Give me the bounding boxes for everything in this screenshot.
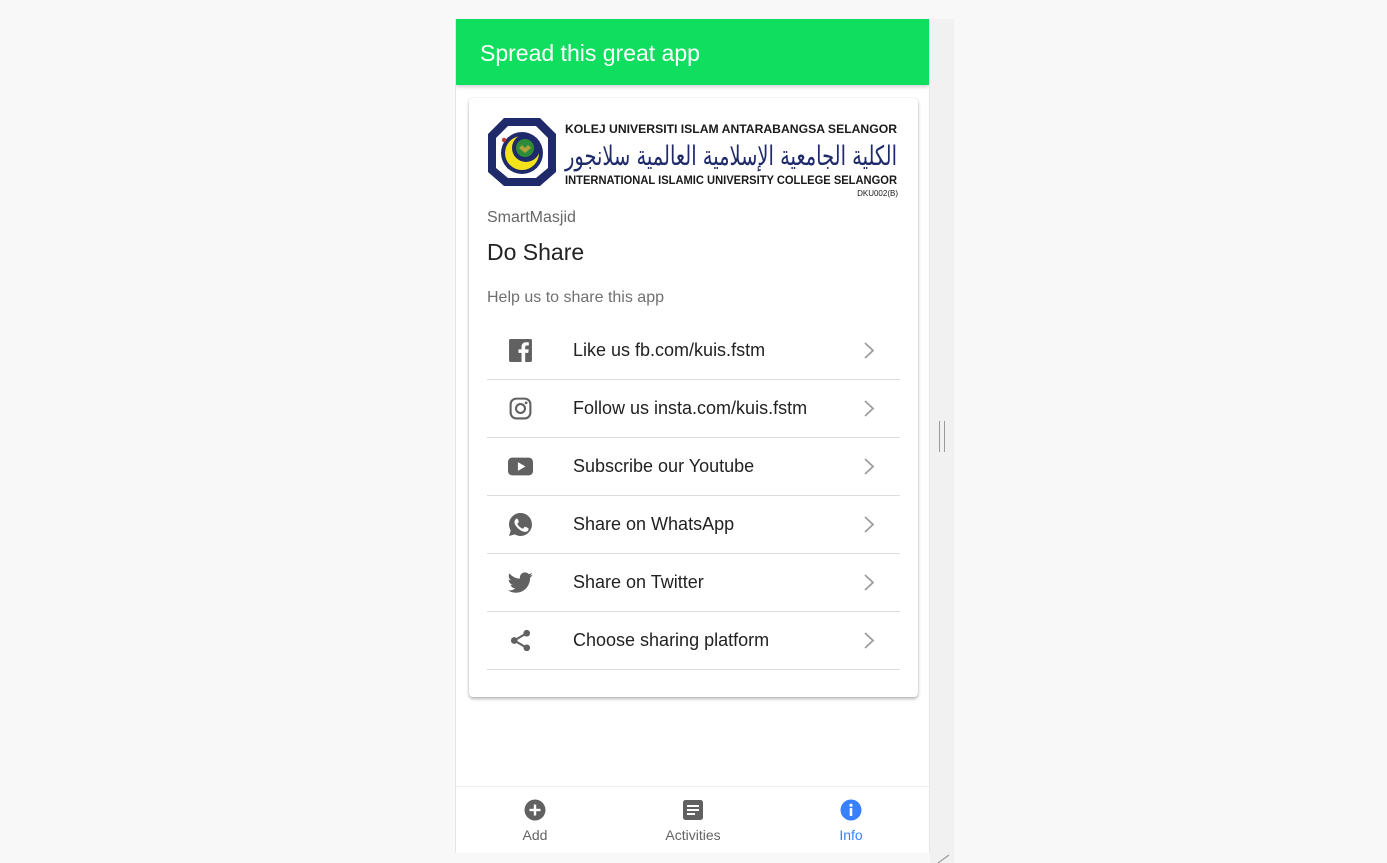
twitter-icon [508, 570, 533, 595]
share-item-facebook[interactable]: Like us fb.com/kuis.fstm [487, 322, 900, 380]
resize-corner-icon[interactable] [936, 852, 950, 863]
tab-info[interactable]: Info [786, 787, 916, 853]
instagram-icon [508, 396, 533, 421]
resize-handle[interactable] [939, 421, 945, 452]
tab-add[interactable]: Add [470, 787, 600, 853]
share-item-platform[interactable]: Choose sharing platform [487, 612, 900, 670]
logo-line-3: INTERNATIONAL ISLAMIC UNIVERSITY COLLEGE… [565, 175, 898, 187]
share-item-youtube[interactable]: Subscribe our Youtube [487, 438, 900, 496]
youtube-icon [508, 454, 533, 479]
tab-label: Info [839, 827, 863, 843]
card-subtitle: SmartMasjid [487, 209, 576, 226]
add-circle-icon [524, 799, 546, 821]
share-item-label: Share on WhatsApp [573, 514, 735, 534]
share-item-label: Choose sharing platform [573, 630, 770, 650]
chevron-right-icon [864, 458, 875, 475]
share-item-label: Subscribe our Youtube [573, 456, 755, 476]
card-caption: Help us to share this app [487, 289, 664, 306]
share-item-whatsapp[interactable]: Share on WhatsApp [487, 496, 900, 554]
whatsapp-icon [508, 512, 533, 537]
share-item-label: Share on Twitter [573, 572, 704, 592]
chevron-right-icon [864, 632, 875, 649]
chevron-right-icon [864, 516, 875, 533]
share-list: Like us fb.com/kuis.fstm Follow us insta… [487, 322, 900, 670]
tab-activities[interactable]: Activities [628, 787, 758, 853]
share-card: KOLEJ UNIVERSITI ISLAM ANTARABANGSA SELA… [469, 98, 918, 697]
chevron-right-icon [864, 400, 875, 417]
logo-code: DKU002(B) [857, 189, 898, 198]
info-icon [840, 799, 862, 821]
logo-line-1: KOLEJ UNIVERSITI ISLAM ANTARABANGSA SELA… [565, 124, 898, 136]
card-title: Do Share [487, 239, 585, 265]
document-icon [682, 799, 704, 821]
share-item-label: Like us fb.com/kuis.fstm [573, 340, 766, 360]
kuis-logo: KOLEJ UNIVERSITI ISLAM ANTARABANGSA SELA… [488, 118, 898, 198]
chevron-right-icon [864, 342, 875, 359]
app-title: Spread this great app [480, 40, 700, 66]
chevron-right-icon [864, 574, 875, 591]
app-header: Spread this great app [456, 19, 929, 85]
facebook-icon [508, 338, 533, 363]
tab-label: Activities [665, 827, 721, 843]
share-item-instagram[interactable]: Follow us insta.com/kuis.fstm [487, 380, 900, 438]
logo-line-2: الكلية الجامعية الإسلامية العالمية سلانج… [564, 141, 897, 172]
share-item-label: Follow us insta.com/kuis.fstm [573, 398, 808, 418]
kuis-emblem-icon [488, 118, 556, 186]
tab-label: Add [522, 827, 548, 843]
share-item-twitter[interactable]: Share on Twitter [487, 554, 900, 612]
bottom-tab-bar: Add Activities Info [456, 786, 929, 853]
app-frame: Spread this great app KOLEJ UNIVERSITI I… [455, 19, 930, 853]
share-icon [508, 628, 533, 653]
